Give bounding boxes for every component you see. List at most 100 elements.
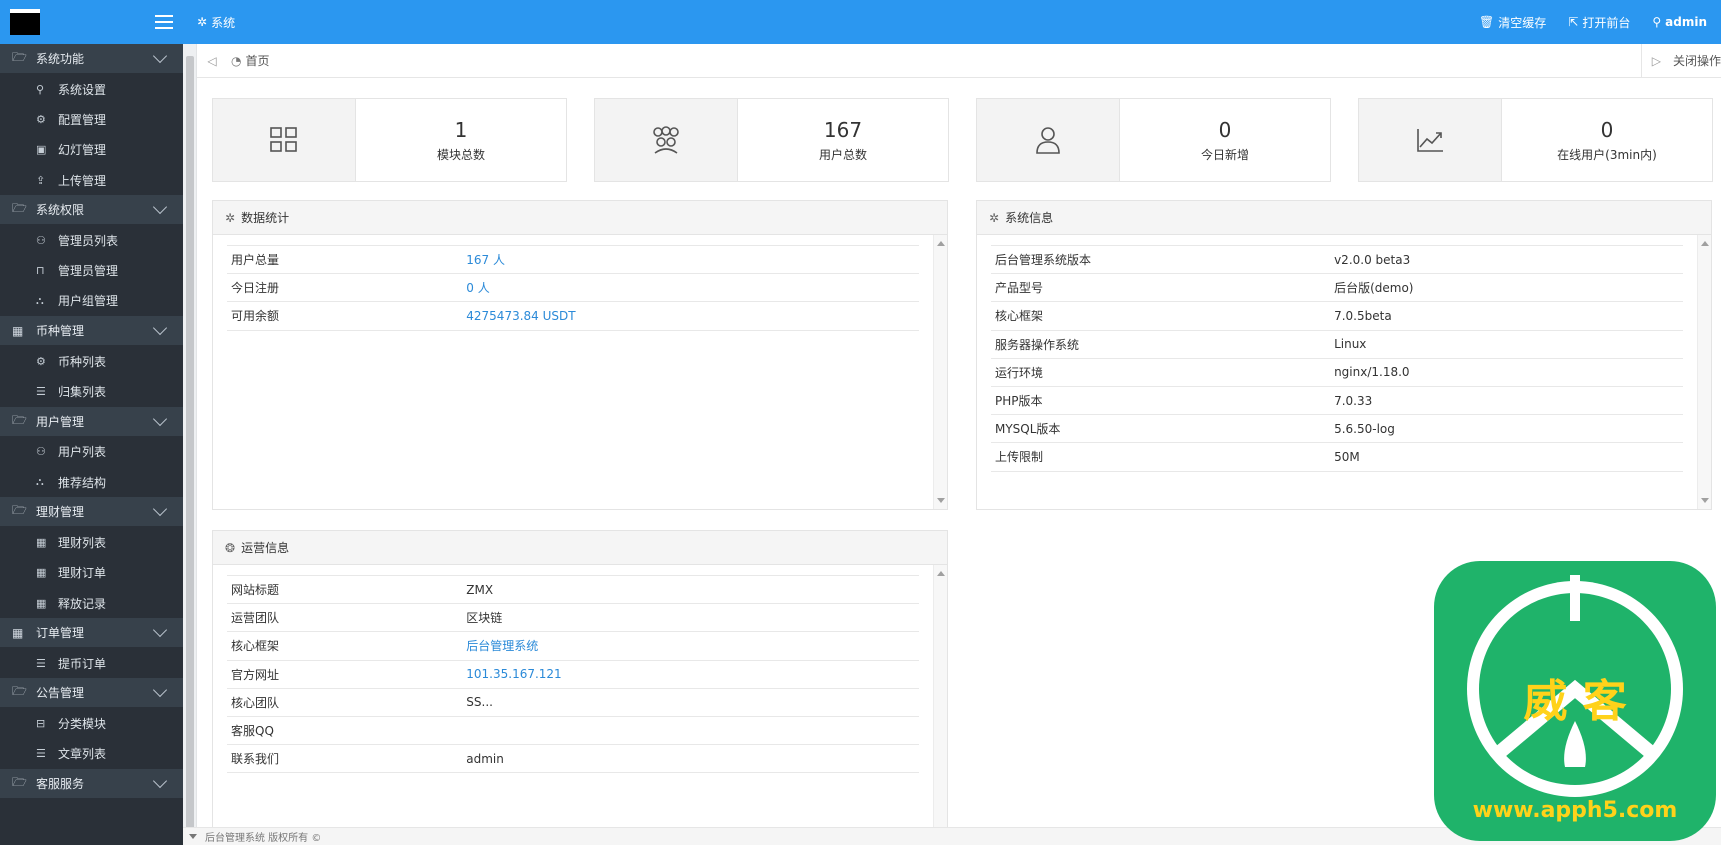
- sidebar-item-1-1[interactable]: ⊓ 管理员管理: [0, 255, 183, 285]
- chevron-down-icon: [152, 683, 168, 698]
- watermark-text: 威 客: [1523, 676, 1626, 727]
- grid-icon: ▦: [12, 625, 24, 640]
- grid-icon: [213, 99, 356, 181]
- tab-prev-icon[interactable]: ◁: [197, 54, 227, 68]
- stat-card-today: 0 今日新增: [976, 98, 1331, 182]
- panel-scrollbar[interactable]: [933, 235, 947, 509]
- sidebar-item-0-2[interactable]: ▣ 幻灯管理: [0, 135, 183, 165]
- watermark-url: www.apph5.com: [1473, 798, 1678, 823]
- table-row: 核心框架 后台管理系统: [227, 631, 919, 660]
- chevron-down-icon: [152, 773, 168, 789]
- panel-header: ✲ 数据统计: [213, 201, 947, 235]
- chevron-down-icon: [152, 321, 168, 336]
- sidebar-item-4-0[interactable]: ▦ 理财列表: [0, 527, 183, 557]
- open-frontend-link[interactable]: ⇱ 打开前台: [1568, 14, 1630, 31]
- row-value[interactable]: 101.35.167.121: [462, 660, 919, 688]
- sidebar-item-3-0[interactable]: ⚇ 用户列表: [0, 437, 183, 467]
- row-key: 上传限制: [995, 450, 1044, 465]
- user-menu[interactable]: ⚲ admin: [1652, 15, 1707, 29]
- caret-down-icon[interactable]: [189, 834, 197, 839]
- panel-scrollbar[interactable]: [1697, 235, 1711, 509]
- logo[interactable]: [10, 9, 40, 35]
- row-value: [462, 716, 919, 744]
- sidebar-item-label: 配置管理: [58, 112, 107, 127]
- sidebar-item-2-1[interactable]: ☰ 归集列表: [0, 376, 183, 406]
- row-key: PHP版本: [995, 394, 1043, 409]
- sidebar-scrollbar[interactable]: [183, 44, 197, 845]
- row-value: 7.0.5beta: [1334, 308, 1392, 323]
- sidebar-item-0-1[interactable]: ⚙ 配置管理: [0, 104, 183, 134]
- row-value: 5.6.50-log: [1334, 421, 1395, 436]
- tab-home[interactable]: ◔ 首页: [227, 52, 270, 69]
- folder-icon: 🗁: [12, 50, 27, 64]
- row-value: 50M: [1334, 449, 1360, 464]
- inbox-icon: ⊟: [36, 717, 46, 731]
- user-icon: ⚇: [36, 233, 46, 247]
- sidebar-item-1-0[interactable]: ⚇ 管理员列表: [0, 225, 183, 255]
- sidebar-group-label: 用户管理: [36, 414, 85, 429]
- tab-next-icon: ▷: [1651, 53, 1661, 68]
- users-icon: ❂: [225, 540, 236, 555]
- sidebar-item-0-0[interactable]: ⚲ 系统设置: [0, 74, 183, 104]
- row-value: 后台版(demo): [1334, 281, 1414, 296]
- row-key: 网站标题: [231, 583, 280, 598]
- row-value[interactable]: 后台管理系统: [462, 632, 919, 660]
- sidebar-item-label: 用户列表: [58, 445, 107, 460]
- breadcrumb-label: 系统: [211, 15, 236, 30]
- system-info-table: 后台管理系统版本 v2.0.0 beta3 产品型号 后台版(demo) 核心框架 7.0…: [991, 245, 1683, 472]
- sidebar-item-label: 幻灯管理: [58, 143, 107, 158]
- table-row: 网站标题 ZMX: [227, 575, 919, 604]
- sidebar-item-6-1[interactable]: ☰ 文章列表: [0, 739, 183, 769]
- sidebar-item-6-0[interactable]: ⊟ 分类模块: [0, 708, 183, 738]
- sidebar-group-7[interactable]: 🗁 客服服务: [0, 769, 183, 800]
- topbar-breadcrumb[interactable]: ✲ 系统: [197, 14, 235, 31]
- sidebar-item-label: 释放记录: [58, 596, 107, 611]
- sidebar-item-0-3[interactable]: ⇪ 上传管理: [0, 165, 183, 195]
- row-value: 区块链: [466, 611, 503, 626]
- sidebar-group-1[interactable]: 🗁 系统权限: [0, 195, 183, 226]
- sidebar-group-3[interactable]: 🗁 用户管理: [0, 406, 183, 437]
- user-icon: ⚇: [36, 445, 46, 459]
- sidebar-group-0[interactable]: 🗁 系统功能: [0, 44, 183, 74]
- folder-icon: 🗁: [12, 684, 27, 699]
- ops-info-table: 网站标题 ZMX 运营团队 区块链 核心框架 后台管理系统 官方网址 101.35.167.1…: [227, 575, 919, 773]
- sidebar-item-4-1[interactable]: ▦ 理财订单: [0, 558, 183, 588]
- sidebar-item-4-2[interactable]: ▦ 释放记录: [0, 588, 183, 618]
- panel-scrollbar[interactable]: [933, 565, 947, 829]
- row-value: ZMX: [466, 582, 494, 597]
- folder-icon: 🗁: [12, 412, 27, 427]
- chevron-down-icon: [152, 623, 168, 638]
- row-key: 客服QQ: [231, 724, 274, 739]
- table-row: 运行环境 nginx/1.18.0: [991, 358, 1683, 386]
- sidebar-item-3-1[interactable]: ⛬ 推荐结构: [0, 467, 183, 497]
- system-info-panel: ✲ 系统信息 后台管理系统版本 v2.0.0 beta3 产品型号 后台版(demo)…: [976, 200, 1712, 510]
- clear-cache-button[interactable]: 🗑 清空缓存: [1479, 14, 1546, 31]
- close-ops-button[interactable]: ▷ 关闭操作: [1640, 44, 1721, 77]
- folder-icon: 🗁: [12, 775, 27, 790]
- sidebar-item-1-2[interactable]: ⛬ 用户组管理: [0, 286, 183, 316]
- table-row: PHP版本 7.0.33: [991, 386, 1683, 414]
- sidebar-item-5-0[interactable]: ☰ 提币订单: [0, 648, 183, 678]
- sidebar-group-2[interactable]: ▦ 币种管理: [0, 316, 183, 347]
- table-row: MYSQL版本 5.6.50-log: [991, 414, 1683, 443]
- sidebar-item-label: 用户组管理: [58, 294, 119, 309]
- scrollbar-thumb[interactable]: [186, 56, 194, 836]
- sidebar-menu: 🗁 系统功能 ⚲ 系统设置 ⚙ 配置管理 ▣ 幻灯管理 ⇪ 上传管理 🗁 系统权限 ⚇ 管理员列表 ⊓ 管理员…: [0, 44, 183, 800]
- sidebar-group-4[interactable]: 🗁 理财管理: [0, 497, 183, 528]
- sidebar-group-5[interactable]: ▦ 订单管理: [0, 618, 183, 649]
- sidebar-item-2-0[interactable]: ⚙ 币种列表: [0, 346, 183, 376]
- row-key: 核心框架: [995, 309, 1044, 324]
- table-row: 后台管理系统版本 v2.0.0 beta3: [991, 245, 1683, 274]
- data-stats-panel: ✲ 数据统计 用户总量 167 人今日注册 0 人可用余额 4275473.84 US…: [212, 200, 948, 510]
- row-key: 今日注册: [231, 281, 280, 296]
- sidebar: 🗁 系统功能 ⚲ 系统设置 ⚙ 配置管理 ▣ 幻灯管理 ⇪ 上传管理 🗁 系统权限 ⚇ 管理员列表 ⊓ 管理员…: [0, 0, 183, 845]
- menu-toggle-icon[interactable]: [155, 15, 173, 29]
- panel-header: ❂ 运营信息: [213, 531, 947, 565]
- sidebar-group-6[interactable]: 🗁 公告管理: [0, 678, 183, 709]
- table-row: 运营团队 区块链: [227, 603, 919, 632]
- panel-header: ✲ 系统信息: [977, 201, 1711, 235]
- table-row: 核心框架 7.0.5beta: [991, 301, 1683, 330]
- sidebar-item-label: 文章列表: [58, 747, 107, 762]
- row-key: 核心框架: [231, 639, 280, 654]
- row-key: 产品型号: [995, 281, 1044, 296]
